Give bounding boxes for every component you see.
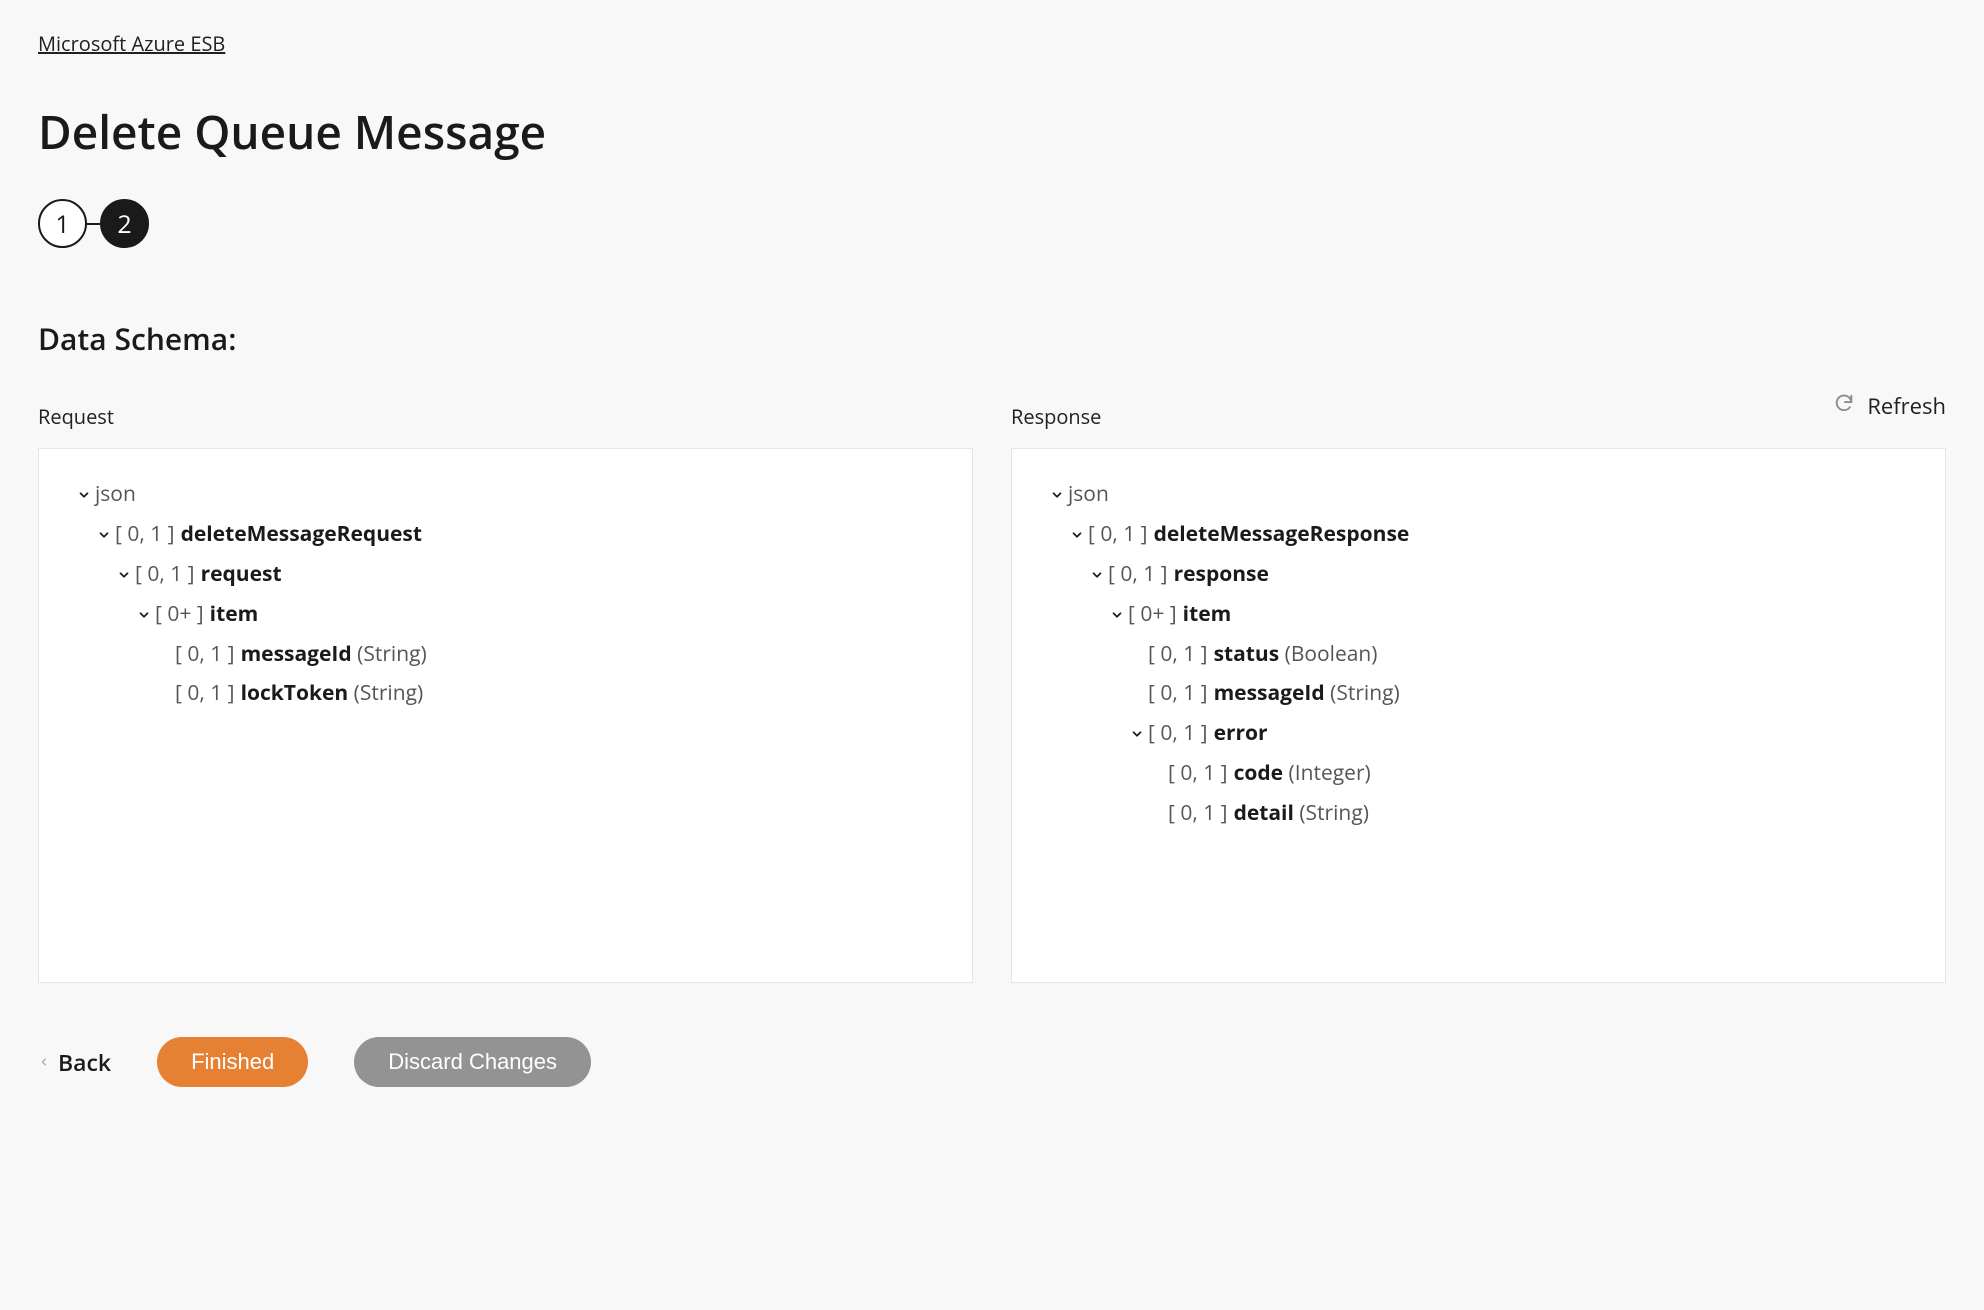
chevron-left-icon bbox=[38, 1050, 50, 1074]
field-name: detail bbox=[1234, 794, 1294, 834]
field-type: (Integer) bbox=[1289, 754, 1371, 794]
wizard-stepper: 1 2 bbox=[38, 199, 1946, 248]
field-type: (String) bbox=[1330, 674, 1400, 714]
cardinality: [ 0, 1 ] bbox=[1168, 754, 1228, 794]
cardinality: [ 0, 1 ] bbox=[1148, 635, 1208, 675]
tree-node-item[interactable]: [ 0+ ] item bbox=[1046, 595, 1911, 635]
tree-leaf-messageid[interactable]: [ 0, 1 ] messageId (String) bbox=[73, 635, 938, 675]
back-button[interactable]: Back bbox=[38, 1046, 111, 1078]
chevron-down-icon bbox=[1086, 568, 1108, 582]
step-1[interactable]: 1 bbox=[38, 199, 87, 248]
tree-node-label: json bbox=[1068, 475, 1109, 515]
cardinality: [ 0, 1 ] bbox=[1148, 674, 1208, 714]
chevron-down-icon bbox=[133, 608, 155, 622]
discard-changes-button[interactable]: Discard Changes bbox=[354, 1037, 591, 1087]
tree-node-label: item bbox=[210, 595, 259, 635]
field-name: messageId bbox=[241, 635, 352, 675]
tree-node-label: error bbox=[1214, 714, 1268, 754]
chevron-down-icon bbox=[93, 528, 115, 542]
tree-node-deletemessageresponse[interactable]: [ 0, 1 ] deleteMessageResponse bbox=[1046, 515, 1911, 555]
chevron-down-icon bbox=[1106, 608, 1128, 622]
cardinality: [ 0, 1 ] bbox=[175, 635, 235, 675]
tree-leaf-locktoken[interactable]: [ 0, 1 ] lockToken (String) bbox=[73, 674, 938, 714]
field-type: (String) bbox=[354, 674, 424, 714]
field-name: status bbox=[1214, 635, 1280, 675]
cardinality: [ 0, 1 ] bbox=[1088, 515, 1148, 555]
request-panel-label: Request bbox=[38, 403, 973, 430]
cardinality: [ 0, 1 ] bbox=[1148, 714, 1208, 754]
section-heading-data-schema: Data Schema: bbox=[38, 318, 1946, 359]
step-connector bbox=[87, 223, 100, 225]
cardinality: [ 0+ ] bbox=[1128, 595, 1177, 635]
tree-node-request[interactable]: [ 0, 1 ] request bbox=[73, 555, 938, 595]
breadcrumb-link[interactable]: Microsoft Azure ESB bbox=[38, 30, 225, 57]
response-panel-label: Response bbox=[1011, 403, 1946, 430]
tree-node-label: deleteMessageRequest bbox=[181, 515, 422, 555]
cardinality: [ 0, 1 ] bbox=[135, 555, 195, 595]
field-name: lockToken bbox=[241, 674, 349, 714]
chevron-down-icon bbox=[73, 488, 95, 502]
chevron-down-icon bbox=[1126, 727, 1148, 741]
cardinality: [ 0+ ] bbox=[155, 595, 204, 635]
finished-button[interactable]: Finished bbox=[157, 1037, 308, 1087]
back-label: Back bbox=[58, 1046, 111, 1078]
step-2[interactable]: 2 bbox=[100, 199, 149, 248]
chevron-down-icon bbox=[113, 568, 135, 582]
tree-node-json[interactable]: json bbox=[73, 475, 938, 515]
cardinality: [ 0, 1 ] bbox=[175, 674, 235, 714]
tree-node-item[interactable]: [ 0+ ] item bbox=[73, 595, 938, 635]
field-type: (Boolean) bbox=[1285, 635, 1378, 675]
tree-leaf-messageid[interactable]: [ 0, 1 ] messageId (String) bbox=[1046, 674, 1911, 714]
field-name: messageId bbox=[1214, 674, 1325, 714]
tree-node-label: item bbox=[1183, 595, 1232, 635]
tree-node-label: request bbox=[201, 555, 282, 595]
response-schema-panel: json [ 0, 1 ] deleteMessageResponse [ 0,… bbox=[1011, 448, 1946, 983]
tree-node-deletemessagerequest[interactable]: [ 0, 1 ] deleteMessageRequest bbox=[73, 515, 938, 555]
field-name: code bbox=[1234, 754, 1284, 794]
cardinality: [ 0, 1 ] bbox=[115, 515, 175, 555]
request-schema-panel: json [ 0, 1 ] deleteMessageRequest [ 0, … bbox=[38, 448, 973, 983]
cardinality: [ 0, 1 ] bbox=[1168, 794, 1228, 834]
page-title: Delete Queue Message bbox=[38, 101, 1946, 163]
tree-node-error[interactable]: [ 0, 1 ] error bbox=[1046, 714, 1911, 754]
tree-leaf-status[interactable]: [ 0, 1 ] status (Boolean) bbox=[1046, 635, 1911, 675]
tree-node-json[interactable]: json bbox=[1046, 475, 1911, 515]
tree-node-label: json bbox=[95, 475, 136, 515]
field-type: (String) bbox=[1299, 794, 1369, 834]
tree-leaf-code[interactable]: [ 0, 1 ] code (Integer) bbox=[1046, 754, 1911, 794]
tree-node-response[interactable]: [ 0, 1 ] response bbox=[1046, 555, 1911, 595]
tree-leaf-detail[interactable]: [ 0, 1 ] detail (String) bbox=[1046, 794, 1911, 834]
tree-node-label: deleteMessageResponse bbox=[1154, 515, 1410, 555]
chevron-down-icon bbox=[1046, 488, 1068, 502]
field-type: (String) bbox=[357, 635, 427, 675]
chevron-down-icon bbox=[1066, 528, 1088, 542]
tree-node-label: response bbox=[1174, 555, 1269, 595]
cardinality: [ 0, 1 ] bbox=[1108, 555, 1168, 595]
